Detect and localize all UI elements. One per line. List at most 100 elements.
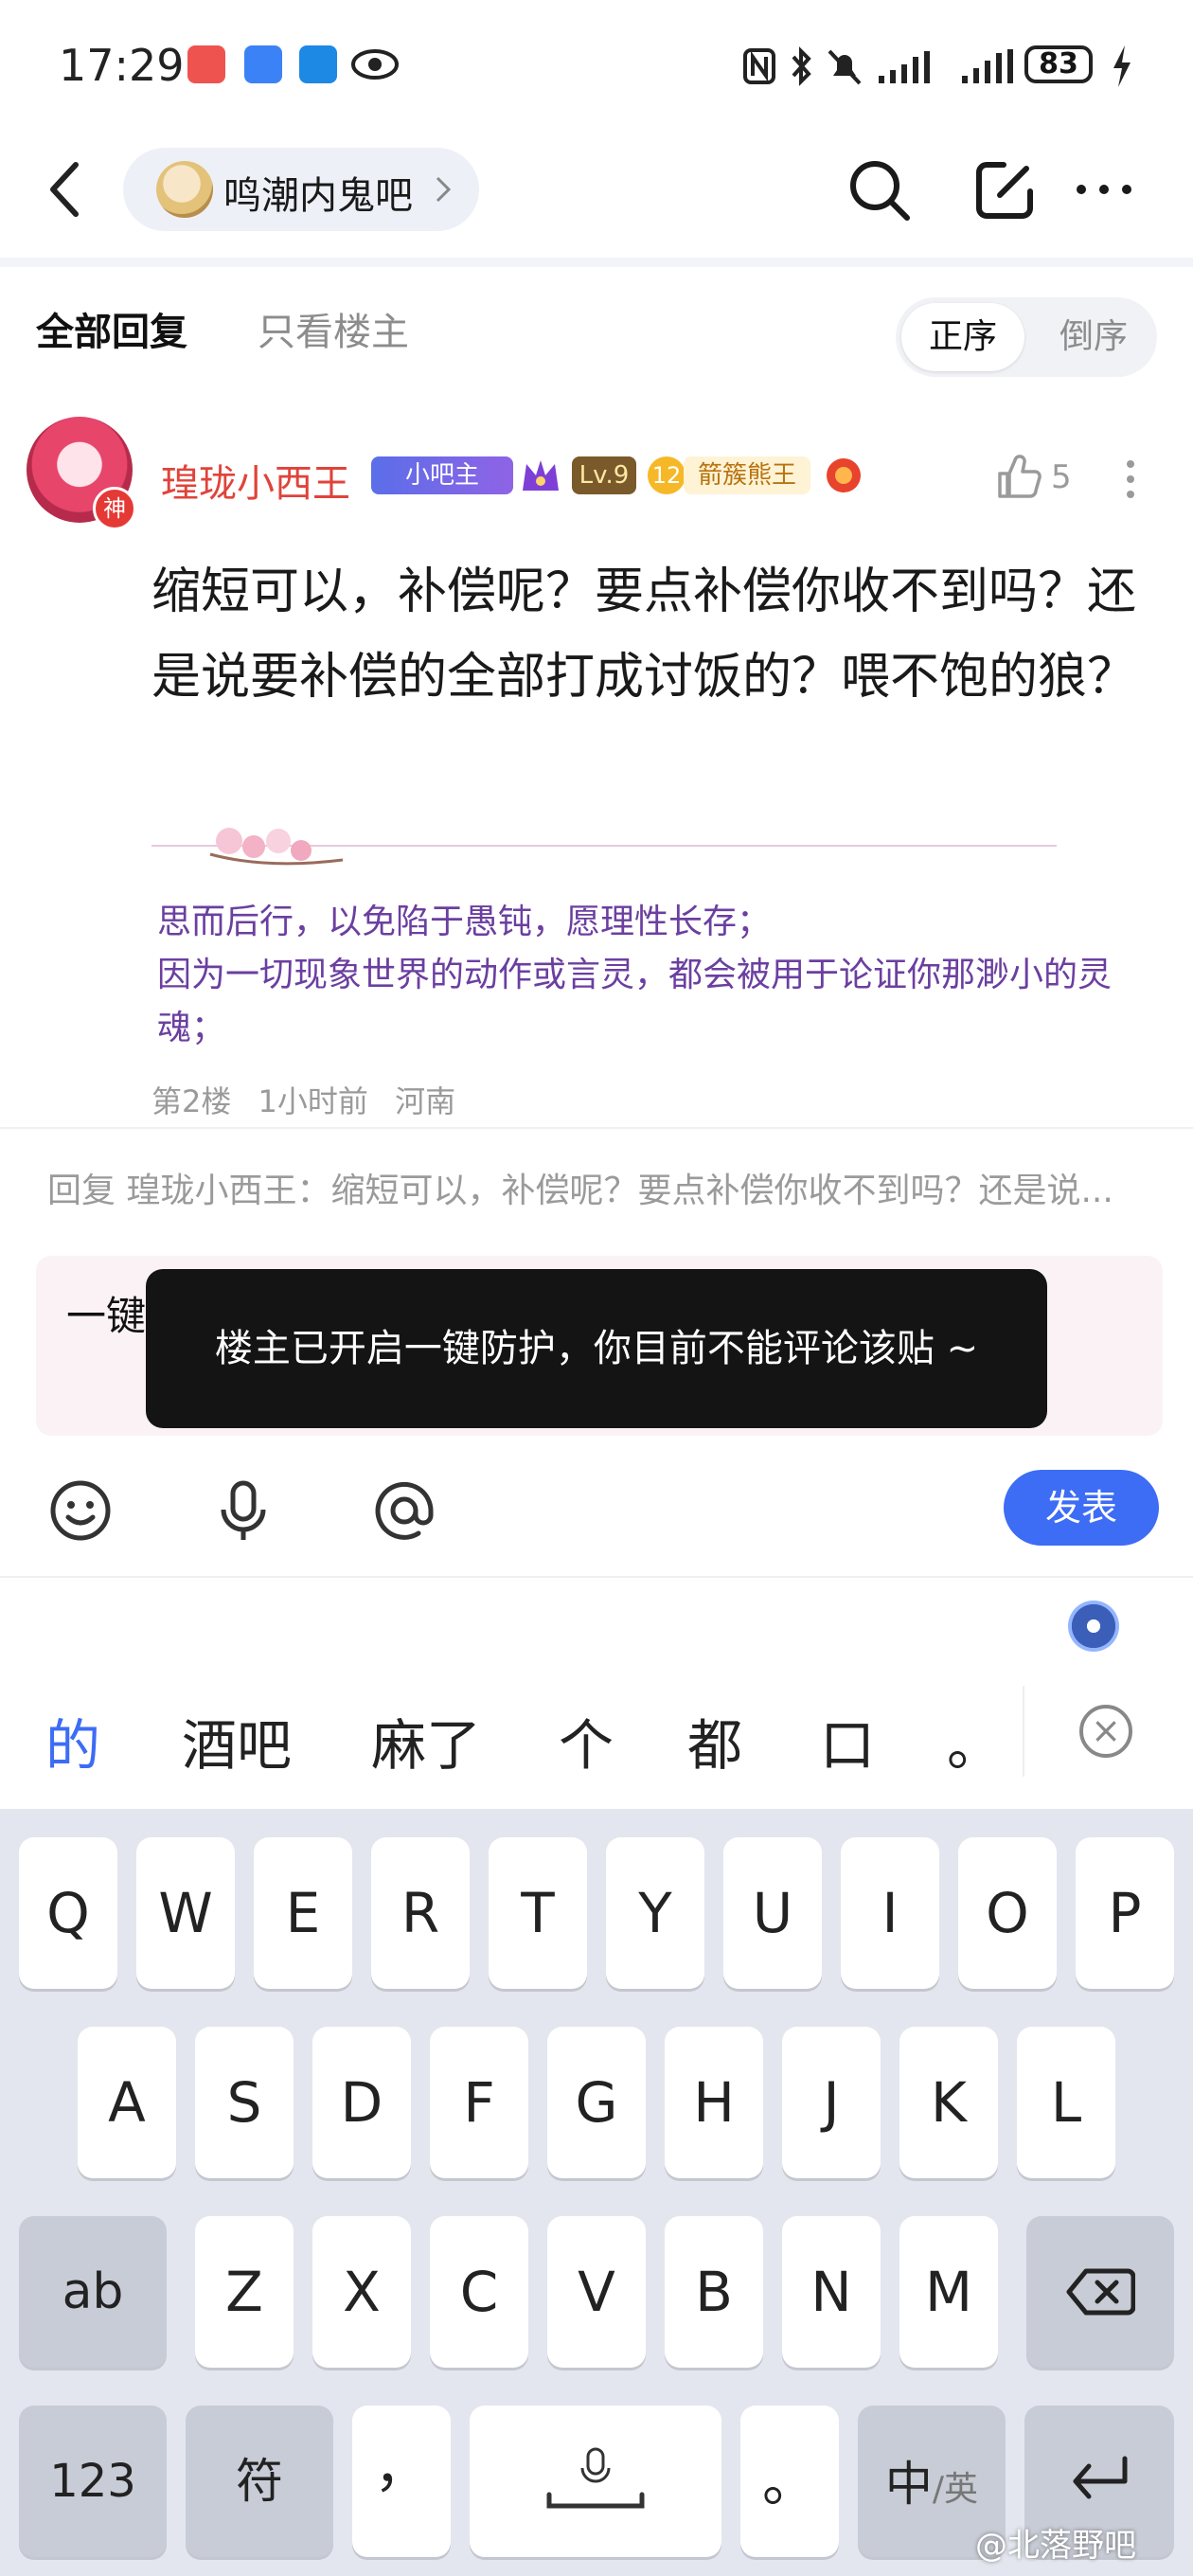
username[interactable]: 瑝珑小西王: [161, 453, 350, 508]
charging-icon: [1113, 45, 1131, 87]
key[interactable]: R: [371, 1837, 470, 1989]
signal-strength-icon: [879, 51, 930, 83]
ime-candidate[interactable]: 都: [687, 1701, 742, 1780]
key[interactable]: Q: [19, 1837, 117, 1989]
search-icon[interactable]: [846, 157, 913, 224]
key[interactable]: A: [78, 2027, 176, 2178]
ime-candidate[interactable]: 个: [559, 1701, 614, 1780]
send-button[interactable]: 发表: [1004, 1470, 1159, 1546]
forum-avatar: [156, 161, 213, 218]
reply-target-hint: 回复 瑝珑小西王：缩短可以，补偿呢？要点补偿你收不到吗？还是说...: [47, 1172, 1113, 1210]
backspace-key[interactable]: [1026, 2216, 1174, 2368]
ime-candidate[interactable]: 的: [45, 1701, 100, 1780]
sort-ascending-button[interactable]: 正序: [901, 303, 1024, 371]
microphone-icon[interactable]: [210, 1477, 276, 1544]
bluetooth-icon: [792, 46, 811, 86]
key[interactable]: J: [782, 2027, 881, 2178]
rank-title-badge: 箭簇熊王: [684, 456, 810, 494]
divider: [0, 1127, 1193, 1129]
sort-descending-button[interactable]: 倒序: [1042, 303, 1146, 371]
divider: [1023, 1686, 1024, 1777]
flower-decoration-icon: [209, 828, 344, 866]
notification-app-icon: [299, 45, 337, 83]
ime-assistant-icon[interactable]: [1068, 1601, 1119, 1652]
mute-bell-icon: [828, 49, 862, 85]
key[interactable]: O: [958, 1837, 1057, 1989]
space-mic-icon: [546, 2447, 645, 2509]
key[interactable]: M: [899, 2216, 998, 2368]
nfc-icon: [743, 48, 775, 84]
rank-title-label: 箭簇熊王: [697, 461, 796, 490]
space-key[interactable]: [470, 2406, 721, 2557]
signal-strength-icon: [962, 49, 1013, 83]
notification-app-icon: [244, 45, 282, 83]
backspace-icon: [1066, 2268, 1136, 2316]
mention-icon[interactable]: [371, 1477, 437, 1544]
period-key[interactable]: 。: [740, 2406, 839, 2557]
forum-name: 鸣潮内鬼吧: [223, 174, 413, 218]
floor-number: 第2楼: [151, 1083, 232, 1119]
key[interactable]: Y: [606, 1837, 704, 1989]
post-meta: 第2楼 1小时前 河南: [151, 1078, 455, 1121]
key[interactable]: F: [430, 2027, 528, 2178]
key[interactable]: X: [312, 2216, 411, 2368]
tab-op-only[interactable]: 只看楼主: [258, 301, 409, 356]
key[interactable]: H: [665, 2027, 763, 2178]
post-more-icon[interactable]: [1123, 458, 1138, 500]
key[interactable]: S: [195, 2027, 294, 2178]
edit-post-icon[interactable]: [971, 157, 1038, 224]
language-sub-label: /英: [932, 2470, 979, 2509]
back-arrow-icon[interactable]: [44, 159, 85, 220]
post-content: 缩短可以，补偿呢？要点补偿你收不到吗？还是说要补偿的全部打成讨饭的？喂不饱的狼？: [151, 564, 1137, 706]
like-count: 5: [1051, 458, 1072, 496]
key[interactable]: W: [136, 1837, 235, 1989]
rank-number-badge: 12: [648, 456, 686, 494]
enter-icon: [1073, 2456, 1128, 2499]
key[interactable]: T: [489, 1837, 587, 1989]
ime-candidate[interactable]: 麻了: [371, 1701, 481, 1780]
shift-key[interactable]: ab: [19, 2216, 167, 2368]
key[interactable]: Z: [195, 2216, 294, 2368]
symbol-key[interactable]: 符: [186, 2406, 333, 2557]
key[interactable]: E: [254, 1837, 352, 1989]
signature-line: 因为一切现象世界的动作或言灵，都会被用于论证你那渺小的灵魂；: [157, 956, 1113, 1047]
crown-badge-icon: [523, 460, 559, 491]
watermark: @北落野吧: [975, 2527, 1136, 2565]
close-candidates-icon[interactable]: ×: [1079, 1705, 1132, 1758]
level-badge: Lv.9: [572, 456, 636, 494]
tab-all-replies[interactable]: 全部回复: [36, 301, 187, 356]
key[interactable]: P: [1076, 1837, 1174, 1989]
status-time: 17:29: [59, 40, 185, 91]
key[interactable]: V: [547, 2216, 646, 2368]
moderator-badge: 小吧主: [371, 456, 513, 494]
chevron-right-icon: [436, 176, 452, 203]
eye-icon: [351, 49, 399, 80]
divider: [0, 258, 1193, 267]
key[interactable]: N: [782, 2216, 881, 2368]
toast-message: 楼主已开启一键防护，你目前不能评论该贴 ~: [146, 1269, 1047, 1428]
key[interactable]: U: [723, 1837, 822, 1989]
key[interactable]: L: [1017, 2027, 1115, 2178]
notification-app-icon: [187, 45, 225, 83]
key[interactable]: B: [665, 2216, 763, 2368]
key[interactable]: D: [312, 2027, 411, 2178]
divider: [0, 1576, 1193, 1578]
ime-candidate[interactable]: 。: [947, 1701, 1002, 1780]
comma-key[interactable]: ，: [352, 2406, 451, 2557]
ime-candidate[interactable]: 酒吧: [182, 1701, 292, 1780]
key[interactable]: K: [899, 2027, 998, 2178]
key[interactable]: G: [547, 2027, 646, 2178]
more-options-icon[interactable]: [1074, 180, 1134, 199]
signature: 思而后行，以免陷于愚钝，愿理性长存； 因为一切现象世界的动作或言灵，都会被用于论…: [157, 896, 1161, 1055]
signature-line: 思而后行，以免陷于愚钝，愿理性长存；: [157, 903, 772, 941]
decoration-badge-icon: [827, 458, 861, 492]
key[interactable]: C: [430, 2216, 528, 2368]
number-mode-key[interactable]: 123: [19, 2406, 167, 2557]
ime-candidate[interactable]: 口: [820, 1701, 875, 1780]
key[interactable]: I: [841, 1837, 939, 1989]
post-time: 1小时前: [258, 1083, 368, 1119]
emoji-icon[interactable]: [47, 1477, 114, 1544]
battery-indicator: 83: [1024, 45, 1093, 83]
thumbs-up-icon[interactable]: [994, 453, 1043, 502]
post-location: 河南: [395, 1083, 456, 1119]
